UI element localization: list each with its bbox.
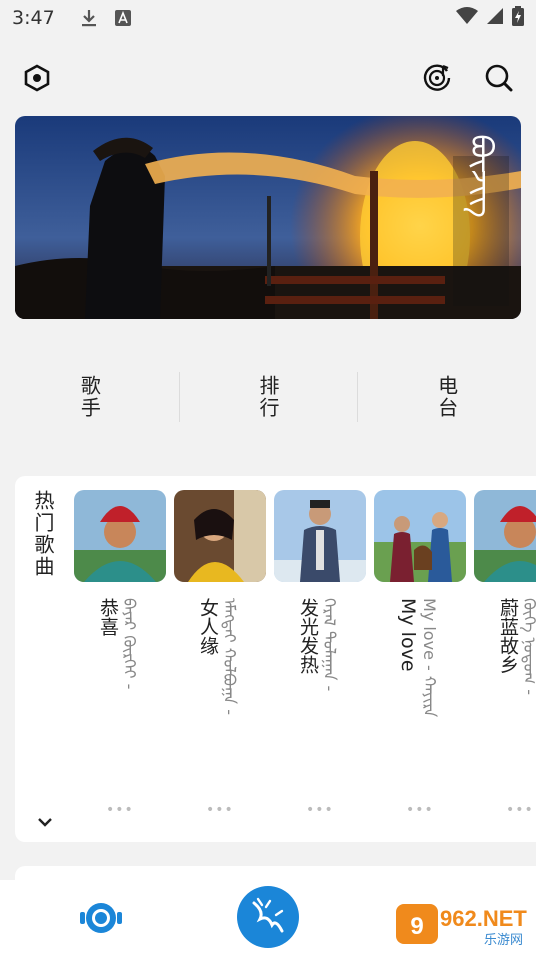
song-cover [474,490,536,582]
watermark-sub: 乐游网 [484,933,523,948]
status-time: 3:47 [12,7,55,29]
song-item[interactable]: 发光发热 ᠭᠡᠷᠡᠯ ᠳᠤᠯᠠᠭᠠᠨ - ••• [274,490,366,830]
featured-banner[interactable]: ᠪᠦᠵᠢᠭ [15,116,521,319]
hexagon-settings-icon[interactable] [21,62,53,94]
nav-charts-label: 排行 [256,375,280,419]
app-notification-icon [114,10,131,26]
more-options-icon[interactable]: ••• [506,802,534,818]
song-list: 恭喜 ᠪᠠᠶᠠᠷ ᠬᠦᠷᠭᠡᠶ - ••• 女人缘 ᠡᠮᠡᠭᠲᠡᠶ ᠬᠣᠯᠪᠣᠭ… [74,490,536,830]
wifi-icon [456,6,478,30]
nav-singers-label: 歌手 [77,375,102,419]
song-cover [74,490,166,582]
more-options-icon[interactable]: ••• [406,802,434,818]
download-icon [81,8,97,28]
battery-icon [512,5,524,31]
song-cover [174,490,266,582]
song-item[interactable]: My love My love - ᠬᠠᠶᠢᠷᠠ ••• [374,490,466,830]
cell-signal-icon [486,7,504,30]
song-title: 女人缘 [197,598,219,655]
nav-singers[interactable]: 歌手 [0,352,179,442]
radio-target-icon[interactable] [78,898,124,938]
more-options-icon[interactable]: ••• [206,802,234,818]
nav-charts[interactable]: 排行 [178,352,358,442]
status-bar: 3:47 [0,0,536,36]
song-artist: ᠬᠥᠬᠡ ᠨᠤᠲᠤᠭ - [520,598,536,696]
music-disc-icon[interactable] [421,62,453,94]
search-icon[interactable] [483,62,515,94]
song-artist: ᠭᠡᠷᠡᠯ ᠳᠤᠯᠠᠭᠠᠨ - [320,598,339,692]
song-item[interactable]: 女人缘 ᠡᠮᠡᠭᠲᠡᠶ ᠬᠣᠯᠪᠣᠭᠠ - ••• [174,490,266,830]
watermark-text: 962.NET [440,906,527,931]
song-artist: My love - ᠬᠠᠶᠢᠷᠠ [420,598,439,718]
song-title: 发光发热 [297,598,319,674]
song-item[interactable]: 恭喜 ᠪᠠᠶᠠᠷ ᠬᠦᠷᠭᠡᠶ - ••• [74,490,166,830]
song-cover [274,490,366,582]
quick-nav: 歌手 排行 电台 [0,352,536,442]
svg-text:9: 9 [410,913,423,940]
more-options-icon[interactable]: ••• [306,802,334,818]
song-artist: ᠪᠠᠶᠠᠷ ᠬᠦᠷᠭᠡᠶ - [120,598,139,690]
status-right [456,5,524,31]
song-title: My love [397,598,419,672]
banner-caption: ᠪᠦᠵᠢᠭ [464,134,499,218]
song-artist: ᠡᠮᠡᠭᠲᠡᠶ ᠬᠣᠯᠪᠣᠭᠠ - [220,598,239,715]
song-title: 恭喜 [97,598,119,636]
song-title: 蔚蓝故乡 [497,598,519,674]
hot-songs-card: 热门歌曲 恭喜 ᠪᠠᠶᠠᠷ ᠬᠦᠷᠭᠡᠶ - ••• 女人缘 ᠡᠮᠡᠭᠲᠡᠶ ᠬ… [15,476,536,842]
nav-radio-label: 电台 [434,375,459,419]
top-bar [0,56,536,100]
song-item[interactable]: 蔚蓝故乡 ᠬᠥᠬᠡ ᠨᠤᠲᠤᠭ - ••• [474,490,536,830]
site-watermark: 9 962.NET 乐游网 [396,902,530,948]
song-cover [374,490,466,582]
hot-songs-title: 热门歌曲 [31,490,55,578]
center-logo-icon[interactable] [236,885,300,949]
chevron-down-icon[interactable] [35,812,55,832]
more-options-icon[interactable]: ••• [106,802,134,818]
nav-radio[interactable]: 电台 [357,352,536,442]
